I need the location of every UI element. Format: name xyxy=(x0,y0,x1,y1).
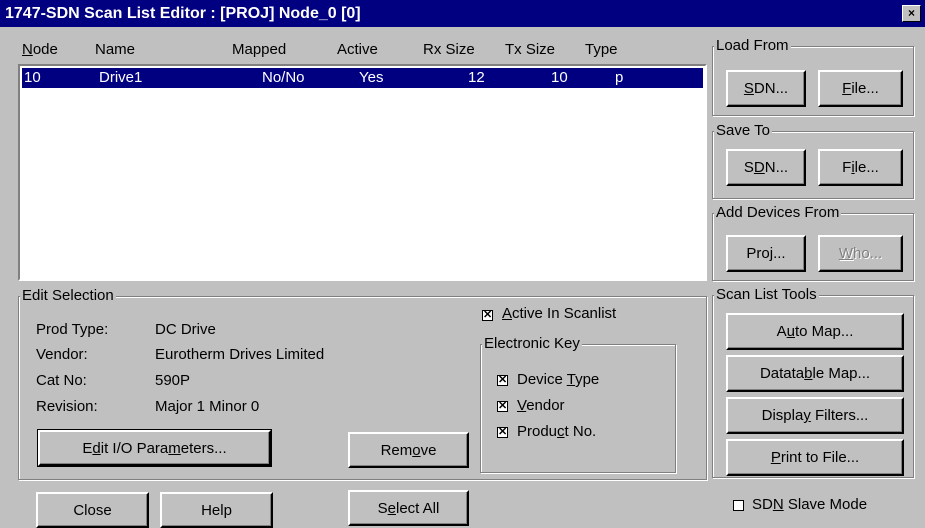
product-no-label[interactable]: Product No. xyxy=(517,423,596,440)
product-no-checkbox[interactable]: ✕ xyxy=(497,427,508,438)
column-header-tx-size[interactable]: Tx Size xyxy=(505,41,555,58)
column-header-active[interactable]: Active xyxy=(337,41,378,58)
load-from-label: Load From xyxy=(714,37,791,54)
cell-rx-size: 12 xyxy=(468,69,485,86)
column-header-name[interactable]: Name xyxy=(95,41,135,58)
column-header-rx-size[interactable]: Rx Size xyxy=(423,41,475,58)
save-sdn-button[interactable]: SDN... xyxy=(726,149,806,186)
who-button[interactable]: Who... xyxy=(818,235,903,272)
revision-label: Revision: xyxy=(36,398,98,415)
cell-name: Drive1 xyxy=(99,69,143,86)
title-bar: 1747-SDN Scan List Editor : [PROJ] Node_… xyxy=(0,0,925,27)
vendor-value: Eurotherm Drives Limited xyxy=(155,346,325,363)
select-all-button[interactable]: Select All xyxy=(348,490,469,526)
column-header-type[interactable]: Type xyxy=(585,41,618,58)
device-type-label[interactable]: Device Type xyxy=(517,371,599,388)
load-file-button[interactable]: File... xyxy=(818,70,903,107)
electronic-key-group xyxy=(480,344,676,473)
print-to-file-button[interactable]: Print to File... xyxy=(726,439,904,476)
edit-selection-label: Edit Selection xyxy=(20,287,116,304)
column-header-node[interactable]: Node xyxy=(22,41,58,58)
load-sdn-button[interactable]: SDN... xyxy=(726,70,806,107)
device-type-checkbox[interactable]: ✕ xyxy=(497,375,508,386)
edit-io-parameters-button[interactable]: Edit I/O Parameters... xyxy=(37,429,272,467)
close-button[interactable]: Close xyxy=(36,492,149,528)
help-button[interactable]: Help xyxy=(160,492,273,528)
vendor-checkbox[interactable]: ✕ xyxy=(497,401,508,412)
vendor-key-label[interactable]: Vendor xyxy=(517,397,565,414)
vendor-label: Vendor: xyxy=(36,346,88,363)
sdn-slave-mode-label[interactable]: SDN Slave Mode xyxy=(752,496,867,513)
sdn-slave-mode-checkbox[interactable] xyxy=(733,500,744,511)
prod-type-label: Prod Type: xyxy=(36,321,109,338)
cell-active: Yes xyxy=(359,69,384,86)
cat-no-value: 590P xyxy=(155,372,191,389)
column-header-mapped[interactable]: Mapped xyxy=(232,41,286,58)
cell-mapped: No/No xyxy=(262,69,305,86)
cell-tx-size: 10 xyxy=(551,69,568,86)
datatable-map-button[interactable]: Datatable Map... xyxy=(726,355,904,392)
remove-button[interactable]: Remove xyxy=(348,432,469,468)
electronic-key-label: Electronic Key xyxy=(482,335,582,352)
active-in-scanlist-label[interactable]: Active In Scanlist xyxy=(502,305,616,322)
add-devices-label: Add Devices From xyxy=(714,204,842,221)
save-to-label: Save To xyxy=(714,122,772,139)
active-in-scanlist-checkbox[interactable]: ✕ xyxy=(482,310,493,321)
revision-value: Major 1 Minor 0 xyxy=(155,398,260,415)
proj-button[interactable]: Proj... xyxy=(726,235,806,272)
display-filters-button[interactable]: Display Filters... xyxy=(726,397,904,434)
auto-map-button[interactable]: Auto Map... xyxy=(726,313,904,350)
scan-list[interactable]: 10 Drive1 No/No Yes 12 10 p xyxy=(18,64,707,281)
cell-type: p xyxy=(615,69,624,86)
cat-no-label: Cat No: xyxy=(36,372,87,389)
window-title: 1747-SDN Scan List Editor : [PROJ] Node_… xyxy=(5,5,361,22)
save-file-button[interactable]: File... xyxy=(818,149,903,186)
prod-type-value: DC Drive xyxy=(155,321,216,338)
table-row[interactable]: 10 Drive1 No/No Yes 12 10 p xyxy=(22,68,703,88)
cell-node: 10 xyxy=(24,69,41,86)
close-icon[interactable]: × xyxy=(902,5,921,22)
scan-list-tools-label: Scan List Tools xyxy=(714,286,819,303)
